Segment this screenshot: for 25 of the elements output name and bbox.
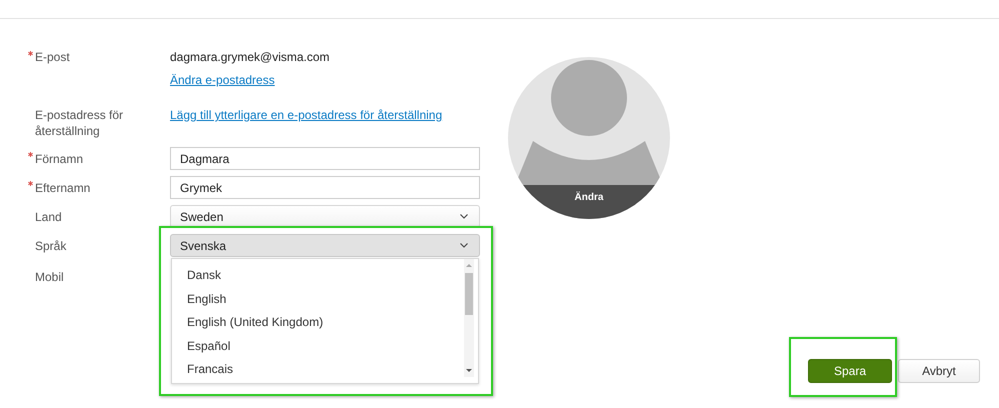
field-label: Land — [35, 209, 63, 225]
field-label: Förnamn — [35, 151, 84, 167]
field-label: Mobil — [35, 269, 65, 285]
field-label: E-postadress för återställning — [35, 107, 124, 139]
input-field[interactable]: Grymek — [170, 176, 480, 199]
dropdown-option[interactable]: English (United Kingdom) — [172, 315, 464, 338]
dropdown-option[interactable]: Dansk — [172, 268, 464, 292]
field-label: Efternamn — [35, 180, 92, 196]
field-label: E-post — [35, 49, 71, 65]
input-field[interactable]: Dagmara — [170, 147, 480, 170]
dropdown-option[interactable]: Francais — [172, 362, 464, 383]
select-field[interactable]: Sweden — [170, 205, 480, 228]
email-value: dagmara.grymek@visma.com — [170, 50, 330, 64]
select-field[interactable]: Svenska — [170, 234, 480, 257]
dropdown-option[interactable]: Español — [172, 338, 464, 362]
dropdown-option[interactable]: English — [172, 292, 464, 315]
scrollbar[interactable] — [464, 259, 474, 377]
cancel-button[interactable]: Avbryt — [898, 359, 980, 383]
change-photo-button[interactable]: Ändra — [574, 192, 604, 203]
add-email-link[interactable]: Lägg till ytterligare en e-postadress för återställning — [170, 108, 442, 122]
field-label: Språk — [35, 238, 68, 254]
save-button[interactable]: Spara — [808, 359, 892, 383]
chevron-icon — [460, 214, 468, 219]
change-email-link[interactable]: Ändra e-postadress — [170, 73, 275, 87]
chevron-icon — [460, 243, 468, 248]
